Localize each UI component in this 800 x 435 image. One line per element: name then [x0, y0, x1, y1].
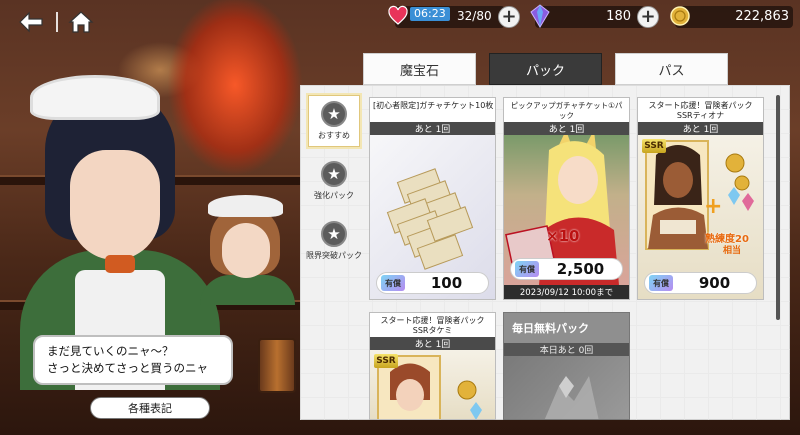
star-icon: ★ — [321, 101, 347, 127]
pickup-character-image: ×10 有償 2,500 — [504, 135, 629, 285]
card-title: [初心者限定]ガチャチケット10枚 — [373, 101, 494, 110]
pack-card-pickup-ticket[interactable]: ピックアップガチャチケット①パック あと 1回 ×10 有償 2,500 202… — [503, 97, 630, 300]
card-title: スタート応援！冒険者パック SSRティオナ — [648, 101, 753, 120]
card-title: スタート応援！冒険者パック SSRタケミ — [380, 316, 485, 335]
card-title: ピックアップガチャチケット①パック — [510, 101, 623, 120]
maid-character-secondary — [200, 195, 295, 305]
coin-value: 222,863 — [735, 9, 789, 24]
category-recommended[interactable]: ★ おすすめ — [308, 95, 360, 147]
stamina-value: 32/80 — [457, 9, 492, 23]
coin-display: 222,863 — [670, 6, 793, 28]
card-count: 本日あと 0回 — [504, 343, 629, 356]
home-icon[interactable] — [68, 9, 94, 35]
ticket-multiplier: ×10 — [546, 227, 580, 245]
star-icon: ★ — [321, 161, 347, 187]
gem-display: 180 — [530, 4, 645, 28]
heart-icon — [387, 5, 409, 30]
legal-notices-button[interactable]: 各種表記 — [90, 397, 210, 419]
ticket-bundle-image: 有償 100 — [370, 135, 495, 299]
stamina-display: 06:23 32/80 — [388, 5, 505, 28]
nav-separator — [56, 12, 58, 32]
paid-badge: 有償 — [381, 275, 405, 291]
card-count: あと 1回 — [370, 337, 495, 350]
add-stamina-button[interactable]: + — [498, 6, 520, 28]
category-limit-break-pack[interactable]: ★ 限界突破パック — [306, 215, 362, 267]
pack-card-starter-ssr-tiona[interactable]: スタート応援！冒険者パック SSRティオナ あと 1回 + SSR 熟練度20 … — [637, 97, 764, 300]
free-pack-image — [504, 356, 629, 419]
card-title: 毎日無料パック — [512, 322, 589, 335]
beer-mug — [258, 338, 296, 393]
card-count: あと 1回 — [504, 122, 629, 135]
back-arrow-icon[interactable] — [18, 9, 44, 35]
svg-text:+: + — [704, 194, 722, 219]
paid-badge: 有償 — [649, 275, 673, 291]
star-icon: ★ — [321, 221, 347, 247]
ssr-character-image: SSR — [370, 350, 495, 419]
card-count: あと 1回 — [638, 122, 763, 135]
pack-card-beginner-ticket[interactable]: [初心者限定]ガチャチケット10枚 あと 1回 有償 100 — [369, 97, 496, 300]
tab-packs[interactable]: パック — [489, 53, 602, 85]
card-price: 有償 100 — [376, 272, 489, 294]
dialog-line-1: まだ見ていくのニャ〜？ — [47, 344, 174, 358]
ssr-character-image: + SSR 熟練度20 相当 有償 900 — [638, 135, 763, 299]
pack-card-daily-free[interactable]: 毎日無料パック 本日あと 0回 — [503, 312, 630, 420]
category-enhance-pack[interactable]: ★ 強化パック — [308, 155, 360, 207]
card-price: 有償 2,500 — [510, 258, 623, 280]
ssr-badge: SSR — [642, 139, 666, 153]
dialog-line-2: さっと決めてさっと買うのニャ — [47, 361, 208, 375]
bonus-sub: 相当 — [723, 246, 742, 256]
add-gems-button[interactable]: + — [637, 6, 659, 28]
top-bar: 06:23 32/80 + 180 + 222,863 — [0, 0, 800, 38]
pack-card-starter-ssr-takemi[interactable]: スタート応援！冒険者パック SSRタケミ あと 1回 SSR — [369, 312, 496, 420]
card-end-date: 2023/09/12 10:00まで — [504, 285, 629, 299]
paid-badge: 有償 — [515, 261, 539, 277]
card-count: あと 1回 — [370, 122, 495, 135]
card-price: 有償 900 — [644, 272, 757, 294]
tab-pass[interactable]: パス — [615, 53, 728, 85]
ssr-badge: SSR — [374, 354, 398, 368]
npc-dialog-box: まだ見ていくのニャ〜？ さっと決めてさっと買うのニャ — [33, 335, 233, 385]
gem-value: 180 — [606, 9, 631, 24]
tab-gems[interactable]: 魔宝石 — [363, 53, 476, 85]
coin-icon — [669, 5, 691, 30]
stamina-timer: 06:23 — [410, 7, 450, 21]
scrollbar[interactable] — [776, 95, 780, 320]
gem-icon — [529, 4, 551, 31]
